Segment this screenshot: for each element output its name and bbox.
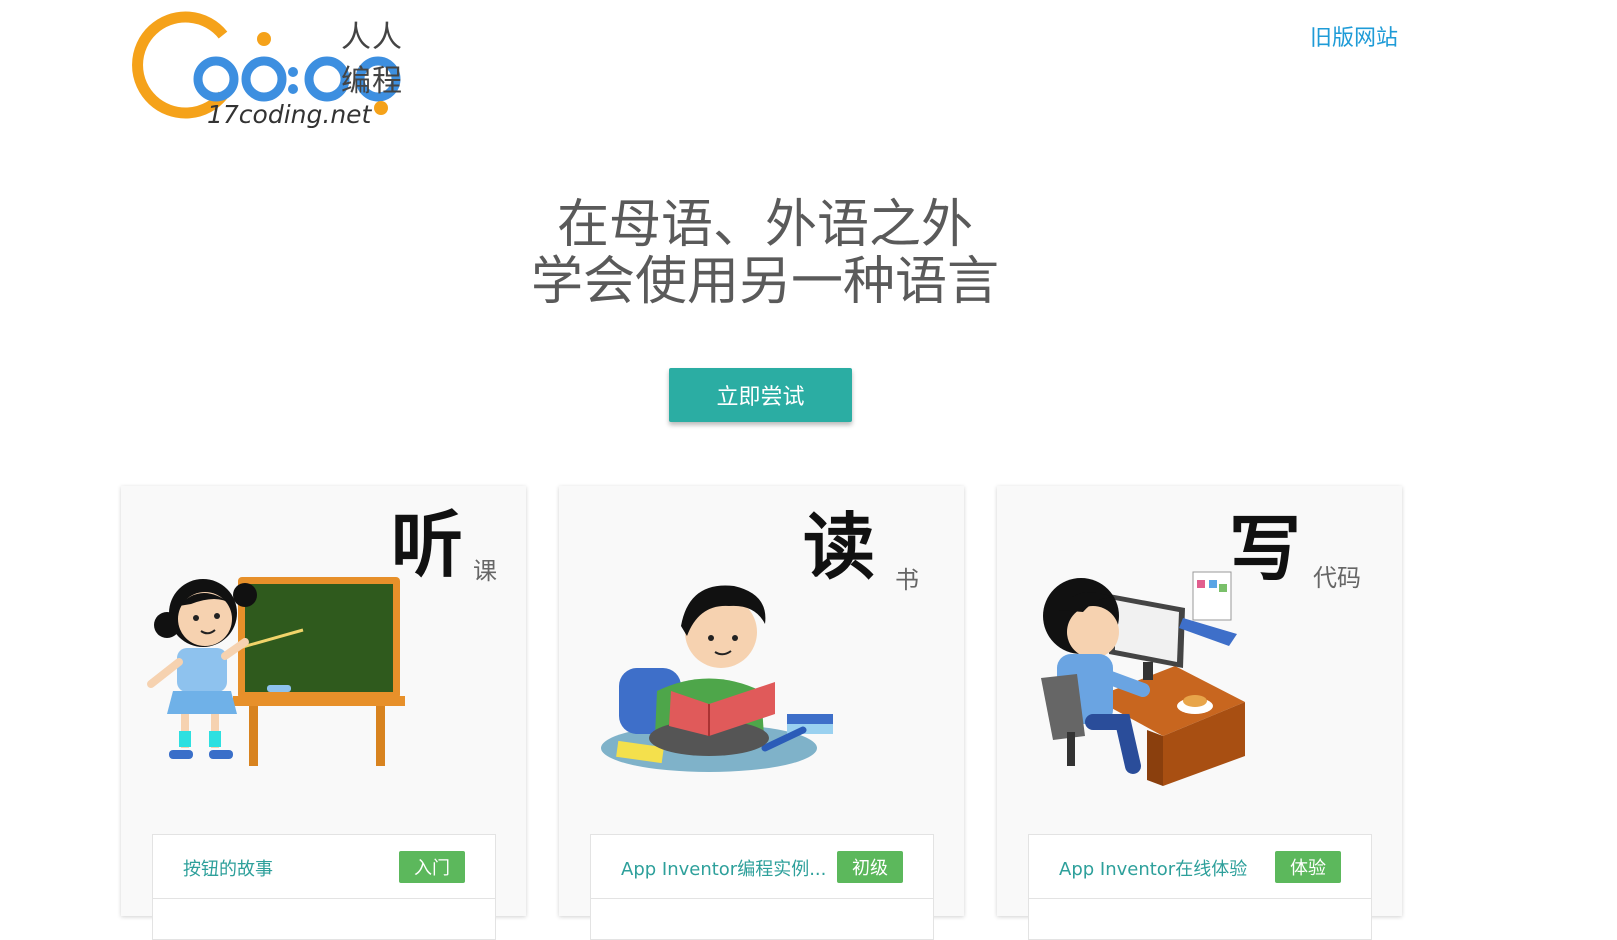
reader-illustration <box>601 585 833 772</box>
card-listen-sub-char: 课 <box>473 557 497 585</box>
card-listen-big-char: 听 <box>391 502 464 587</box>
card-read-sub-char: 书 <box>895 566 919 594</box>
teacher-illustration <box>147 577 405 766</box>
list-item-title[interactable]: App Inventor编程实例... <box>621 855 826 881</box>
hero-headline-line2: 学会使用另一种语言 <box>530 252 999 312</box>
coder-illustration <box>1041 571 1245 786</box>
list-item-row[interactable]: App Inventor在线体验 体验 <box>1029 835 1371 900</box>
card-write-code[interactable]: 写 代码 App Inventor在线体验 体验 <box>997 486 1402 940</box>
level-badge: 入门 <box>399 851 465 883</box>
list-item-title[interactable]: App Inventor在线体验 <box>1059 855 1247 881</box>
list-item-next[interactable] <box>152 898 496 940</box>
list-item-next[interactable] <box>1028 898 1372 940</box>
list-item[interactable]: App Inventor编程实例... 初级 <box>590 834 934 900</box>
old-site-link[interactable]: 旧版网站 <box>1310 20 1398 52</box>
card-listen[interactable]: 听 课 按钮的故事 入门 <box>121 486 526 940</box>
card-read[interactable]: 读 书 App Inventor编程实例... 初级 <box>559 486 964 940</box>
list-item-next[interactable] <box>590 898 934 940</box>
level-badge: 初级 <box>837 851 903 883</box>
hero-headline-line1: 在母语、外语之外 <box>556 195 973 255</box>
list-item[interactable]: App Inventor在线体验 体验 <box>1028 834 1372 900</box>
card-write-sub-char: 代码 <box>1313 564 1361 592</box>
try-now-button[interactable]: 立即尝试 <box>669 368 852 422</box>
list-item-row[interactable]: App Inventor编程实例... 初级 <box>591 835 933 900</box>
card-read-big-char: 读 <box>803 504 876 589</box>
level-badge: 体验 <box>1275 851 1341 883</box>
logo-domain-text: 17coding.net <box>207 100 372 129</box>
list-item-row[interactable]: 按钮的故事 入门 <box>153 835 495 900</box>
card-write-big-char: 写 <box>1229 506 1302 591</box>
list-item-title[interactable]: 按钮的故事 <box>183 855 273 881</box>
logo-brand-text: 人人编程 <box>341 20 403 99</box>
site-logo[interactable]: 人人编程 17coding.net <box>115 0 415 140</box>
list-item[interactable]: 按钮的故事 入门 <box>152 834 496 900</box>
